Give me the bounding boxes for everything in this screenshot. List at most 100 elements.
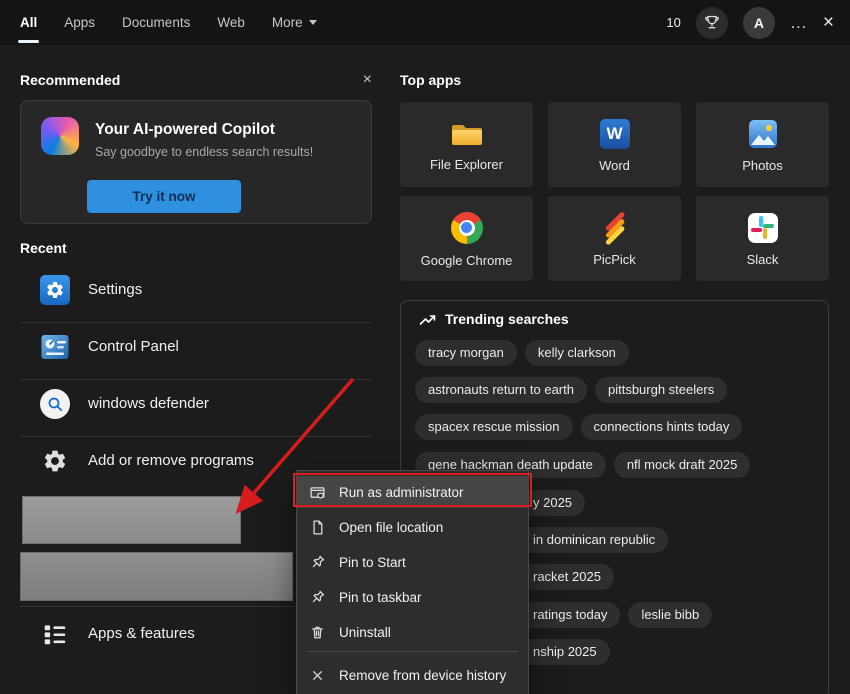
- tab-apps-label: Apps: [64, 15, 96, 30]
- slack-icon: [747, 212, 778, 243]
- trending-pill[interactable]: leslie bibb: [628, 602, 713, 628]
- tab-documents[interactable]: Documents: [122, 0, 190, 45]
- trending-pill[interactable]: ratings today: [520, 602, 621, 628]
- app-tile-picpick[interactable]: PicPick: [548, 196, 681, 281]
- tab-web-label: Web: [217, 15, 245, 30]
- trending-pill[interactable]: tracy morgan: [415, 340, 517, 366]
- menu-item-pin-to-taskbar[interactable]: Pin to taskbar: [297, 581, 528, 613]
- trophy-icon: [705, 15, 719, 28]
- topbar: All Apps Documents Web More 10 A … ×: [0, 0, 850, 45]
- menu-item-label: Uninstall: [339, 624, 391, 640]
- redacted-item[interactable]: [22, 496, 241, 544]
- tab-all-label: All: [20, 15, 38, 30]
- chevron-down-icon: [308, 20, 317, 25]
- trending-pill[interactable]: pittsburgh steelers: [594, 377, 728, 403]
- search-tabs: All Apps Documents Web More: [17, 0, 317, 45]
- menu-item-pin-to-start[interactable]: Pin to Start: [297, 546, 528, 578]
- recent-item-label: windows defender: [88, 395, 209, 412]
- menu-item-label: Run as administrator: [339, 484, 464, 500]
- app-list-icon: [40, 619, 70, 649]
- tab-documents-label: Documents: [122, 15, 191, 30]
- avatar[interactable]: A: [742, 6, 775, 39]
- trending-pill[interactable]: kelly clarkson: [524, 340, 629, 366]
- copilot-logo-icon: [41, 117, 79, 155]
- settings-icon: [40, 274, 70, 305]
- app-tile-label: Slack: [746, 251, 779, 267]
- rewards-count: 10: [666, 15, 681, 30]
- menu-item-run-as-administrator[interactable]: Run as administrator: [297, 476, 528, 508]
- app-tile-photos[interactable]: Photos: [696, 102, 829, 187]
- tab-all[interactable]: All: [17, 0, 40, 45]
- menu-item-uninstall[interactable]: Uninstall: [297, 616, 528, 648]
- photos-icon: [748, 119, 777, 148]
- app-tile-label: File Explorer: [430, 156, 503, 172]
- run-as-administrator-icon: [310, 486, 325, 499]
- menu-item-open-file-location[interactable]: Open file location: [297, 511, 528, 543]
- chrome-icon: [450, 211, 483, 244]
- app-tile-label: Word: [599, 157, 630, 173]
- trending-pill[interactable]: nfl mock draft 2025: [613, 452, 751, 478]
- trending-pill[interactable]: nship 2025: [520, 639, 610, 665]
- word-letter: W: [606, 123, 623, 143]
- pin-icon: [312, 555, 325, 567]
- remove-icon: [313, 670, 322, 680]
- open-file-location-icon: [313, 519, 323, 535]
- search-icon: [40, 388, 70, 419]
- trending-pill[interactable]: astronauts return to earth: [415, 377, 587, 403]
- word-icon: W: [599, 118, 630, 149]
- trending-row: astronauts return to earth pittsburgh st…: [415, 377, 728, 403]
- copilot-title: Your AI-powered Copilot: [95, 121, 275, 138]
- trash-icon: [312, 626, 323, 638]
- tab-more-label: More: [271, 15, 303, 30]
- app-tile-label: Photos: [742, 157, 783, 173]
- trending-pill[interactable]: y 2025: [520, 490, 586, 516]
- copilot-subtitle: Say goodbye to endless search results!: [95, 145, 314, 159]
- menu-item-remove-from-device-history[interactable]: Remove from device history: [297, 659, 528, 691]
- menu-item-label: Pin to taskbar: [339, 589, 422, 605]
- recent-item-label: Add or remove programs: [88, 452, 254, 469]
- recent-item-label: Settings: [88, 281, 143, 298]
- recent-item-windows-defender[interactable]: windows defender: [20, 380, 372, 427]
- recommended-close-icon[interactable]: ×: [363, 72, 372, 88]
- gear-icon: [40, 446, 70, 476]
- pin-icon: [312, 590, 325, 602]
- app-tile-slack[interactable]: Slack: [696, 196, 829, 281]
- trending-pill[interactable]: racket 2025: [520, 564, 614, 590]
- app-tile-word[interactable]: W Word: [548, 102, 681, 187]
- redacted-item[interactable]: [20, 552, 293, 601]
- folder-icon: [451, 124, 482, 145]
- more-options-icon[interactable]: …: [790, 13, 808, 33]
- recent-item-control-panel[interactable]: Control Panel: [20, 323, 372, 370]
- tab-more[interactable]: More: [272, 0, 317, 45]
- trending-row: spacex rescue mission connections hints …: [415, 414, 743, 440]
- trending-pill[interactable]: in dominican republic: [520, 527, 669, 553]
- trending-row: in dominican republic: [520, 527, 669, 553]
- trending-row: y 2025: [520, 490, 586, 516]
- topbar-actions: 10 A … ×: [666, 0, 834, 45]
- trending-pill[interactable]: connections hints today: [580, 414, 743, 440]
- recommended-header: Recommended ×: [20, 72, 372, 89]
- picpick-icon: [600, 210, 630, 245]
- apps-and-features-label: Apps & features: [88, 625, 195, 642]
- rewards-button[interactable]: [695, 6, 728, 39]
- trending-title: Trending searches: [445, 311, 569, 327]
- app-tile-label: PicPick: [593, 251, 636, 267]
- try-it-now-button[interactable]: Try it now: [87, 180, 241, 213]
- windows-search-panel: All Apps Documents Web More 10 A … × Rec…: [0, 0, 850, 694]
- trending-row: racket 2025: [520, 564, 614, 590]
- menu-divider: [307, 651, 518, 652]
- recent-item-settings[interactable]: Settings: [20, 266, 372, 313]
- tab-apps[interactable]: Apps: [64, 0, 95, 45]
- tab-web[interactable]: Web: [217, 0, 245, 45]
- copilot-promo-card: Your AI-powered Copilot Say goodbye to e…: [20, 100, 372, 224]
- context-menu: Run as administrator Open file location …: [296, 470, 529, 694]
- menu-item-label: Remove from device history: [339, 667, 507, 683]
- app-tile-google-chrome[interactable]: Google Chrome: [400, 196, 533, 281]
- close-icon[interactable]: ×: [823, 13, 834, 32]
- trending-row: ratings today leslie bibb: [520, 602, 713, 628]
- app-tile-file-explorer[interactable]: File Explorer: [400, 102, 533, 187]
- trending-pill[interactable]: spacex rescue mission: [415, 414, 573, 440]
- recommended-title: Recommended: [20, 72, 121, 88]
- top-apps-title: Top apps: [400, 72, 462, 88]
- app-tile-label: Google Chrome: [420, 252, 513, 268]
